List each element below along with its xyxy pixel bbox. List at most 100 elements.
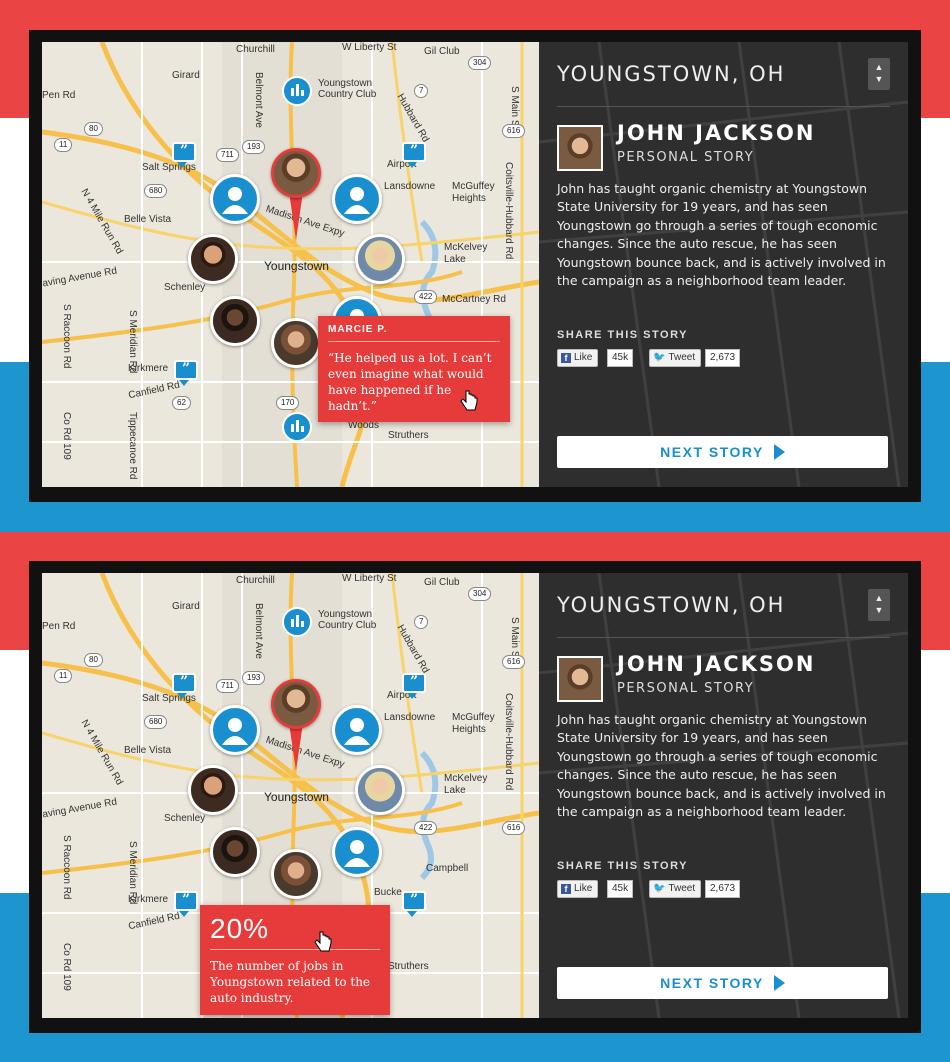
map-label-raccoon: S Raccoon Rd [61,835,72,900]
road-badge: 711 [216,679,239,693]
story-type: PERSONAL STORY [617,681,755,696]
story-pin[interactable] [332,827,382,877]
quote-pin[interactable]: ” [402,673,426,699]
next-story-button[interactable]: NEXT STORY [557,967,888,999]
person-icon [222,718,248,745]
story-sidebar: YOUNGSTOWN, OH ▲ ▼ JOHN JACKSON PERSONAL … [539,42,908,487]
person-icon [344,187,370,214]
road-badge: 304 [468,56,492,70]
tweet-count: 2,673 [705,349,741,367]
map-label-schenley: Schenley [164,813,206,824]
like-count: 45k [607,349,634,367]
map-label-meridian: S Meridian Rd [127,841,138,905]
map-view[interactable]: Girard Churchill W Liberty St Gil Club Y… [42,42,539,487]
story-pin[interactable] [332,705,382,755]
story-pin[interactable] [332,174,382,224]
stat-pin[interactable] [282,607,312,637]
map-label-penrd: Pen Rd [42,90,76,101]
road-badge: 680 [144,184,168,198]
story-pin[interactable] [355,234,405,284]
popup-name: MARCIE P. [328,324,500,342]
map-label-mckelvey: McKelvey Lake [444,773,488,796]
story-pin[interactable] [355,765,405,815]
facebook-like-button[interactable]: f Like [557,880,599,898]
tweet-count: 2,673 [705,880,741,898]
map-label-salt-springs: Salt Springs [142,693,196,704]
story-pin-active[interactable] [271,148,321,198]
quote-pin[interactable]: ” [172,142,196,168]
person-icon [344,718,370,745]
city-select-arrows-icon[interactable]: ▲ ▼ [868,58,890,90]
map-label-gilclub: Gil Club [424,46,460,57]
tweet-button[interactable]: 🐦 Tweet [649,349,702,367]
story-pin[interactable] [210,296,260,346]
story-bio: John has taught organic chemistry at You… [557,181,886,289]
road-badge: 422 [414,821,438,835]
map-label-belmont: Belmont Ave [253,603,264,659]
road-badge: 193 [242,140,266,154]
road-badge: 80 [84,122,103,136]
map-label-corrd: Co Rd 109 [61,412,72,460]
map-label-bucke: Bucke [374,887,402,898]
quote-pin[interactable]: ” [402,891,426,917]
avatar [274,682,318,726]
story-bio: John has taught organic chemistry at You… [557,712,886,820]
city-title: YOUNGSTOWN, OH [557,593,786,617]
quote-pin[interactable]: ” [172,673,196,699]
road-badge: 304 [468,587,492,601]
person-name: JOHN JACKSON [617,652,816,676]
divider [557,637,890,638]
map-label-liberty: W Liberty St [342,42,397,53]
road-badge: 11 [54,669,73,683]
map-label-churchill: Churchill [236,44,275,55]
stat-pin[interactable] [282,412,312,442]
facebook-icon: f [561,884,571,894]
story-pin[interactable] [188,234,238,284]
story-pin-active[interactable] [271,679,321,729]
story-pin[interactable] [271,849,321,899]
quote-pin[interactable]: ” [174,891,198,917]
story-pin[interactable] [210,705,260,755]
next-story-label: NEXT STORY [660,444,764,460]
story-pin[interactable] [210,174,260,224]
facebook-like-button[interactable]: f Like [557,349,599,367]
twitter-bird-icon: 🐦 [653,352,666,363]
road-badge: 170 [276,396,300,410]
tweet-label: Tweet [668,883,696,894]
map-label-salt-springs: Salt Springs [142,162,196,173]
stat-popup: 20% The number of jobs in Youngstown rel… [200,905,390,1015]
avatar [213,830,257,874]
map-label-penrd: Pen Rd [42,621,76,632]
road-badge: 422 [414,290,438,304]
map-label-mckelvey: McKelvey Lake [444,242,488,265]
story-pin[interactable] [271,318,321,368]
road-badge: 62 [172,396,191,410]
road-badge: 680 [144,715,168,729]
play-arrow-icon [773,444,785,460]
map-label-mccartney: McCartney Rd [442,294,506,305]
quote-pin[interactable]: ” [402,142,426,168]
story-pin[interactable] [188,765,238,815]
story-sidebar: YOUNGSTOWN, OH ▲ ▼ JOHN JACKSON PERSONAL … [539,573,908,1018]
city-title: YOUNGSTOWN, OH [557,62,786,86]
person-name: JOHN JACKSON [617,121,816,145]
map-label-youngstown: Youngstown [264,259,329,273]
city-select-arrows-icon[interactable]: ▲ ▼ [868,589,890,621]
stat-pin[interactable] [282,76,312,106]
map-view[interactable]: Girard Churchill W Liberty St Gil Club Y… [42,573,539,1018]
next-story-button[interactable]: NEXT STORY [557,436,888,468]
story-pin[interactable] [210,827,260,877]
story-panel-1: Girard Churchill W Liberty St Gil Club Y… [29,30,921,502]
map-label-coitsville: Coitsville-Hubbard Rd [503,693,514,791]
divider [557,106,890,107]
map-label-tippecanoe: Tippecanoe Rd [127,412,138,480]
profile-avatar [557,656,603,702]
map-label-campbell: Campbell [426,863,469,874]
profile-avatar [557,125,603,171]
tweet-button[interactable]: 🐦 Tweet [649,880,702,898]
quote-pin[interactable]: ” [174,360,198,386]
map-label-lansdowne: Lansdowne [384,181,436,192]
map-label-smain: S Main St [509,86,520,130]
map-label-corrd: Co Rd 109 [61,943,72,991]
avatar [191,768,235,812]
